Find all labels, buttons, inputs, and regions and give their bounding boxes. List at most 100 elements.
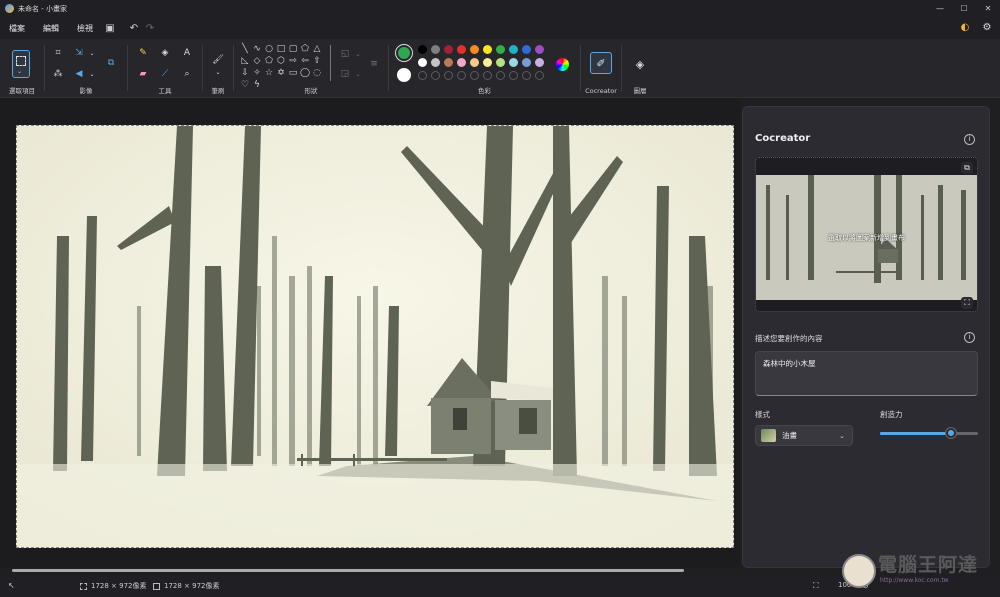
custom-color-slot[interactable]: [483, 71, 492, 80]
redo-icon[interactable]: ↷: [142, 23, 158, 34]
palette-swatch[interactable]: [522, 58, 531, 67]
menu-edit[interactable]: 編輯: [34, 23, 68, 34]
pentagon-shape-icon[interactable]: ⬠: [264, 56, 274, 66]
custom-color-slot[interactable]: [457, 71, 466, 80]
palette-swatch[interactable]: [483, 58, 492, 67]
drawing-canvas[interactable]: [16, 125, 734, 548]
resize-icon[interactable]: ⇲: [72, 46, 86, 60]
oval-shape-icon[interactable]: ○: [264, 44, 274, 54]
undo-icon[interactable]: ↶: [126, 23, 142, 34]
chevron-down-icon[interactable]: ⌄: [351, 47, 365, 61]
shape-outline-icon[interactable]: ◱: [338, 47, 352, 61]
chevron-down-icon[interactable]: ⌄: [85, 46, 99, 60]
cocreator-button[interactable]: ✐: [590, 52, 612, 74]
chevron-down-icon[interactable]: ⌄: [351, 67, 365, 81]
select-tool-button[interactable]: ⌄: [12, 50, 30, 78]
palette-swatch[interactable]: [496, 58, 505, 67]
magnifier-icon[interactable]: ⌕: [180, 67, 194, 81]
pencil-icon[interactable]: ✎: [136, 46, 150, 60]
hexagon-shape-icon[interactable]: ⬡: [276, 56, 286, 66]
right-triangle-shape-icon[interactable]: ◺: [240, 56, 250, 66]
right-arrow-shape-icon[interactable]: ⇨: [288, 56, 298, 66]
callout-rect-shape-icon[interactable]: ▭: [288, 68, 298, 78]
menu-file[interactable]: 檔案: [0, 23, 34, 34]
settings-gear-icon[interactable]: ⚙: [980, 20, 994, 34]
chevron-down-icon[interactable]: ⌄: [211, 65, 225, 79]
rotate-icon[interactable]: ◀: [72, 67, 86, 81]
palette-swatch[interactable]: [457, 45, 466, 54]
text-icon[interactable]: A: [180, 46, 194, 60]
six-star-shape-icon[interactable]: ✡: [276, 68, 286, 78]
palette-swatch[interactable]: [483, 45, 492, 54]
up-arrow-shape-icon[interactable]: ⇧: [312, 56, 322, 66]
fit-to-window-icon[interactable]: ⛶: [813, 581, 819, 591]
generated-image-preview[interactable]: ⧉ 選取以將圖案新增到畫布 ⛶: [755, 157, 978, 312]
custom-color-slot[interactable]: [535, 71, 544, 80]
palette-swatch[interactable]: [496, 45, 505, 54]
prompt-input[interactable]: 森林中的小木屋: [755, 351, 978, 396]
edit-colors-icon[interactable]: [556, 58, 569, 71]
info-icon[interactable]: i: [964, 332, 975, 343]
palette-swatch[interactable]: [418, 45, 427, 54]
rectangle-shape-icon[interactable]: □: [276, 44, 286, 54]
menu-view[interactable]: 檢視: [68, 23, 102, 34]
secondary-color-swatch[interactable]: [397, 68, 411, 82]
palette-swatch[interactable]: [509, 58, 518, 67]
shape-fill-icon[interactable]: ◲: [338, 67, 352, 81]
palette-swatch[interactable]: [535, 58, 544, 67]
fill-bucket-icon[interactable]: ◈: [158, 46, 172, 60]
primary-color-swatch[interactable]: [396, 45, 412, 61]
copy-to-canvas-icon[interactable]: ⧉: [961, 162, 973, 174]
custom-color-slot[interactable]: [509, 71, 518, 80]
save-icon[interactable]: ▣: [102, 23, 118, 34]
palette-swatch[interactable]: [470, 58, 479, 67]
custom-color-slot[interactable]: [470, 71, 479, 80]
minimize-button[interactable]: —: [928, 0, 952, 17]
palette-swatch[interactable]: [457, 58, 466, 67]
palette-swatch[interactable]: [444, 45, 453, 54]
custom-color-slot[interactable]: [522, 71, 531, 80]
color-picker-icon[interactable]: ⟋: [158, 67, 172, 81]
five-star-shape-icon[interactable]: ☆: [264, 68, 274, 78]
shape-stroke-size-icon[interactable]: ≡: [367, 57, 381, 71]
diamond-shape-icon[interactable]: ◇: [252, 56, 262, 66]
shape-gallery-scroll[interactable]: [330, 45, 331, 81]
crop-icon[interactable]: ⌗: [51, 46, 65, 60]
callout-oval-shape-icon[interactable]: ◯: [300, 68, 310, 78]
left-arrow-shape-icon[interactable]: ⇦: [300, 56, 310, 66]
style-dropdown[interactable]: 油畫 ⌄: [755, 425, 853, 446]
rounded-rect-shape-icon[interactable]: ▢: [288, 44, 298, 54]
polygon-shape-icon[interactable]: ⬠: [300, 44, 310, 54]
palette-swatch[interactable]: [431, 58, 440, 67]
palette-swatch[interactable]: [431, 45, 440, 54]
maximize-button[interactable]: ☐: [952, 0, 976, 17]
palette-swatch[interactable]: [522, 45, 531, 54]
triangle-shape-icon[interactable]: △: [312, 44, 322, 54]
four-star-shape-icon[interactable]: ✧: [252, 68, 262, 78]
close-button[interactable]: ✕: [976, 0, 1000, 17]
creativity-slider-handle[interactable]: [945, 428, 956, 438]
custom-color-slot[interactable]: [431, 71, 440, 80]
curve-shape-icon[interactable]: ∿: [252, 44, 262, 54]
eraser-icon[interactable]: ▰: [136, 67, 150, 81]
palette-swatch[interactable]: [470, 45, 479, 54]
horizontal-scrollbar[interactable]: [12, 569, 684, 572]
remove-background-icon[interactable]: ⧉: [104, 56, 118, 70]
palette-swatch[interactable]: [444, 58, 453, 67]
palette-swatch[interactable]: [418, 58, 427, 67]
callout-cloud-shape-icon[interactable]: ◌: [312, 68, 322, 78]
custom-color-slot[interactable]: [496, 71, 505, 80]
custom-color-slot[interactable]: [444, 71, 453, 80]
line-shape-icon[interactable]: ╲: [240, 44, 250, 54]
image-select-icon[interactable]: ⁂: [51, 67, 65, 81]
layers-icon[interactable]: ◈: [633, 57, 647, 71]
chevron-down-icon[interactable]: ⌄: [85, 67, 99, 81]
account-icon[interactable]: ◐: [958, 20, 972, 34]
down-arrow-shape-icon[interactable]: ⇩: [240, 68, 250, 78]
creativity-slider[interactable]: [880, 428, 978, 438]
palette-swatch[interactable]: [509, 45, 518, 54]
palette-swatch[interactable]: [535, 45, 544, 54]
info-icon[interactable]: i: [964, 134, 975, 145]
expand-icon[interactable]: ⛶: [961, 297, 973, 309]
custom-color-slot[interactable]: [418, 71, 427, 80]
